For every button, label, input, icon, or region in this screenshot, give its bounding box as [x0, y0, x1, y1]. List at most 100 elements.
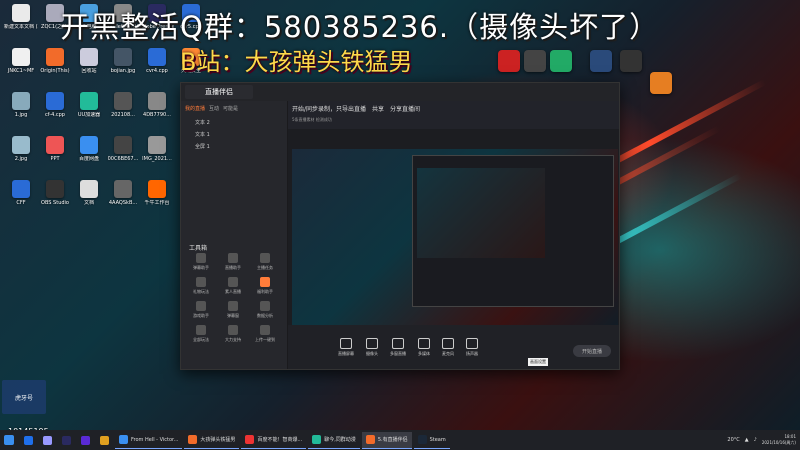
taskbar-item[interactable]: [58, 432, 75, 448]
toolbox-item[interactable]: 礼物玩法: [185, 277, 217, 295]
tool-icon: [228, 253, 238, 263]
toolbox-item[interactable]: 弹幕窗: [217, 301, 249, 319]
desktop-icon-label: 新建文本文档 (2).txt: [4, 24, 38, 30]
desktop-icon[interactable]: CFF: [4, 180, 38, 224]
control-button[interactable]: 麦克风: [442, 337, 454, 357]
header-text[interactable]: 分享直播间: [390, 106, 420, 113]
taskbar-item[interactable]: [96, 432, 113, 448]
tool-label: 大力支持: [225, 337, 241, 342]
toolbox-item[interactable]: 数据分析: [249, 301, 281, 319]
taskbar-item[interactable]: From Hell - Victor...: [115, 432, 183, 449]
control-bar: 直播屏幕 摄像头 多窗直播 多媒体 麦克风 扬声器: [288, 325, 619, 369]
toolbox-item[interactable]: 素人直播: [217, 277, 249, 295]
toolbox-item[interactable]: 游戏助手: [185, 301, 217, 319]
taskbar-item[interactable]: [77, 432, 94, 448]
toolbox-item[interactable]: 弹幕助手: [185, 253, 217, 271]
control-button[interactable]: 直播屏幕: [338, 337, 354, 357]
sidebar-tab[interactable]: 互动: [209, 105, 219, 112]
taskbar-item[interactable]: 5.有直播伴侣: [361, 431, 412, 449]
desktop-icon[interactable]: cvr4.cpp: [140, 48, 174, 92]
taskbar-item[interactable]: [20, 432, 37, 448]
desktop-icon-label: bojian.jpg: [110, 68, 136, 74]
control-label: 麦克风: [442, 350, 454, 356]
desktop-icon[interactable]: 4AAQSkB...: [106, 180, 140, 224]
desktop-icon-label: 4AAQSkB...: [108, 200, 138, 206]
desktop-icon[interactable]: 新建文本文档 (2).txt: [4, 4, 38, 48]
app-tile[interactable]: [498, 50, 520, 72]
desktop-icon[interactable]: bojian.jpg: [106, 48, 140, 92]
control-button[interactable]: 扬声器: [466, 337, 478, 357]
desktop-icon[interactable]: 00C6BE67...: [106, 136, 140, 180]
clock[interactable]: 18:01 2021/10/16(周六): [762, 434, 796, 446]
stream-preview[interactable]: [292, 149, 618, 337]
desktop-icon-label: 千牛工作台: [144, 200, 170, 206]
taskbar-app-icon: [188, 435, 198, 444]
header-text[interactable]: 共享: [372, 106, 384, 113]
desktop-icon[interactable]: 百度网盘: [72, 136, 106, 180]
toolbox-item[interactable]: 直播助手: [217, 253, 249, 271]
desktop-icon[interactable]: 1.jpg: [4, 92, 38, 136]
desktop-icon[interactable]: UU加速器: [72, 92, 106, 136]
desktop-icon[interactable]: PPT: [38, 136, 72, 180]
app-tile[interactable]: [590, 50, 612, 72]
control-button[interactable]: 摄像头: [366, 337, 378, 357]
desktop-icon[interactable]: 回收站: [72, 48, 106, 92]
app-titlebar[interactable]: 直播伴侣: [181, 83, 619, 101]
desktop-icon-label: IMG_2021...: [142, 156, 172, 162]
desktop-icon[interactable]: 4DB7790...: [140, 92, 174, 136]
tool-label: 福利助手: [257, 289, 273, 294]
desktop-icon[interactable]: 千牛工作台: [140, 180, 174, 224]
control-icon: [418, 337, 430, 349]
desktop-icon[interactable]: Origin(This): [38, 48, 72, 92]
taskbar-item[interactable]: 百度不能！智商爆...: [241, 432, 307, 449]
clock-date: 2021/10/16(周六): [761, 440, 796, 445]
control-button[interactable]: 多窗直播: [390, 337, 406, 357]
app-tile[interactable]: [550, 50, 572, 72]
desktop-icon[interactable]: 202108...: [106, 92, 140, 136]
taskbar-item[interactable]: 大孩弹头铁猛男: [184, 432, 240, 449]
desktop-icon-label: 回收站: [81, 68, 97, 74]
desktop-icon[interactable]: OBS Studio: [38, 180, 72, 224]
sidebar-tabs: 我的直播 互动 可能是: [181, 101, 287, 116]
control-button[interactable]: 多媒体: [418, 337, 430, 357]
app-tile[interactable]: [620, 50, 642, 72]
app-icon: [148, 92, 166, 110]
desktop-icon[interactable]: cf-4.cpp: [38, 92, 72, 136]
header-text[interactable]: 开始/同步录制，只导出直播: [292, 106, 366, 113]
desktop-icon[interactable]: IMG_2021...: [140, 136, 174, 180]
app-icon: [148, 136, 166, 154]
scene-label: 全屏 1: [195, 143, 210, 150]
network-icon[interactable]: ▲: [745, 437, 749, 443]
toolbox-item[interactable]: 大力支持: [217, 325, 249, 343]
toolbox-item[interactable]: 上传一键到: [249, 325, 281, 343]
stream-overlay-title: 开黑整活Q群：580385236.（摄像头坏了）: [60, 10, 660, 44]
taskbar: From Hell - Victor... 大孩弹头铁猛男 百度不能！智商爆... 聊…: [0, 430, 800, 450]
toolbox-item[interactable]: 全部玩法: [185, 325, 217, 343]
app-icon: [80, 92, 98, 110]
desktop-icon-label: UU加速器: [77, 112, 101, 118]
tool-label: 数据分析: [257, 313, 273, 318]
sidebar-tab[interactable]: 我的直播: [185, 105, 205, 112]
start-live-button[interactable]: 开始直播: [573, 345, 611, 357]
taskbar-item[interactable]: 聊今,同群动漫: [308, 432, 360, 449]
weather-text[interactable]: 20°C: [727, 437, 739, 443]
scene-item[interactable]: 文本 2: [181, 116, 287, 128]
scene-item[interactable]: 文本 1: [181, 128, 287, 140]
scene-item[interactable]: 全屏 1: [181, 140, 287, 152]
live-streaming-app-window[interactable]: 直播伴侣 我的直播 互动 可能是 文本 2 文本 1 全屏 1 工具箱 弹幕助手 直播助手…: [180, 82, 620, 370]
desktop-icon[interactable]: JNKC1~MF: [4, 48, 38, 92]
volume-icon[interactable]: ♪: [754, 437, 757, 443]
tool-icon: [228, 301, 238, 311]
app-tile[interactable]: [524, 50, 546, 72]
desktop-icon[interactable]: 2.jpg: [4, 136, 38, 180]
app-icon: [114, 180, 132, 198]
start-button[interactable]: [0, 432, 18, 448]
toolbox-item[interactable]: 福利助手: [249, 277, 281, 295]
taskbar-item[interactable]: [39, 432, 56, 448]
desktop-icon[interactable]: 文档: [72, 180, 106, 224]
sidebar-tab[interactable]: 可能是: [223, 105, 238, 112]
taskbar-app-icon: [365, 435, 375, 444]
taskbar-item[interactable]: Steam: [413, 432, 450, 449]
toolbox-item[interactable]: 主播任务: [249, 253, 281, 271]
app-tile[interactable]: [650, 72, 672, 94]
